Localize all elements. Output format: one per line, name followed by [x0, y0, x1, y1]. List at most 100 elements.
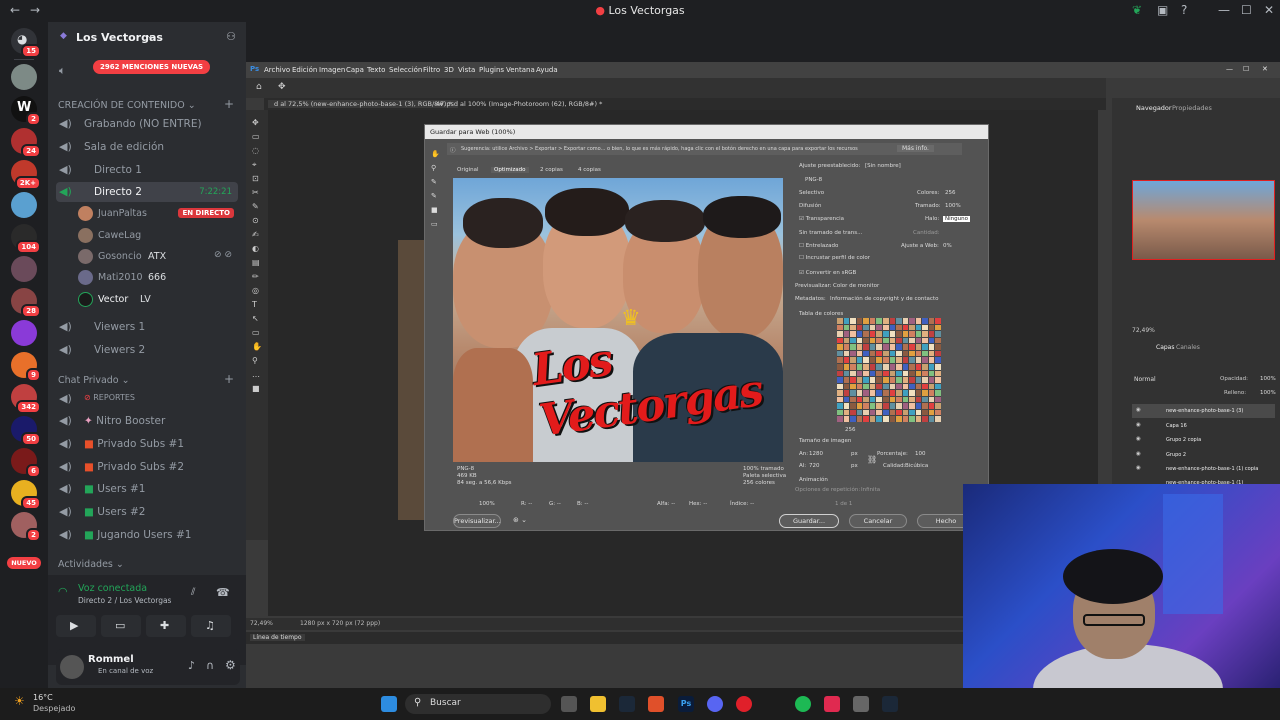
toolbox-icons[interactable]: ✥ ▭ ◌ ⌖ ⊡ ✂ ✎ ⊙ ✍ ◐ ▤ ✏ ◎ T ↖ ▭ ✋ ⚲… ■ — [252, 116, 262, 396]
color-swatch[interactable] — [856, 396, 863, 403]
channel-sala-edicion[interactable]: ◀) Sala de edición — [56, 137, 238, 157]
color-swatch[interactable] — [856, 337, 863, 344]
menu-ventana[interactable]: Ventana — [506, 66, 535, 74]
eye-icon[interactable]: ◉ — [1136, 465, 1141, 471]
voice-location[interactable]: Directo 2 / Los Vectorgas — [78, 596, 171, 605]
color-swatch[interactable] — [869, 377, 876, 383]
menu-3d[interactable]: 3D — [444, 66, 454, 74]
color-swatch[interactable] — [896, 324, 902, 331]
add-channel-icon[interactable]: + — [224, 372, 234, 386]
channel-directo-2[interactable]: ◀) Directo 2 7:22:21 — [56, 182, 238, 202]
voice-user[interactable]: Gosoncio ATX ⊘ ⊘ — [78, 247, 238, 267]
color-swatch[interactable] — [882, 324, 889, 331]
color-swatch[interactable] — [850, 337, 856, 344]
color-swatch[interactable] — [843, 357, 850, 363]
color-swatch[interactable] — [915, 383, 922, 390]
color-swatch[interactable] — [915, 318, 922, 324]
color-swatch[interactable] — [837, 337, 843, 344]
color-swatch[interactable] — [928, 318, 935, 324]
color-swatch[interactable] — [876, 416, 882, 422]
menu-texto[interactable]: Texto — [367, 66, 385, 74]
link-icon[interactable]: ⛓ — [867, 455, 877, 464]
color-swatch[interactable] — [922, 344, 928, 350]
color-swatch[interactable] — [928, 331, 935, 337]
layer-row[interactable]: ◉ Capa 16 — [1132, 419, 1275, 433]
color-swatch[interactable] — [869, 416, 876, 422]
transparency-dither-select[interactable]: Sin tramado de trans... — [799, 230, 862, 236]
color-swatch[interactable] — [935, 396, 941, 403]
quality-select[interactable]: Bicúbica — [905, 463, 928, 469]
navigator-tab[interactable]: Navegador — [1136, 104, 1172, 112]
document-tab[interactable]: 47.psd al 100% (Image-Photoroom (62), RG… — [436, 100, 602, 108]
color-swatch[interactable] — [856, 390, 863, 396]
menu-filtro[interactable]: Filtro — [423, 66, 440, 74]
color-swatch[interactable] — [902, 383, 909, 390]
color-swatch[interactable] — [863, 416, 869, 422]
color-swatch[interactable] — [837, 377, 843, 383]
camera-button[interactable]: ▶ — [56, 615, 96, 637]
color-swatch[interactable] — [863, 370, 869, 377]
headphones-icon[interactable]: ∩ — [206, 659, 214, 672]
color-swatch[interactable] — [843, 331, 850, 337]
noise-suppression-icon[interactable]: ⫽ — [191, 587, 195, 598]
color-swatch[interactable] — [850, 403, 856, 409]
menu-seleccion[interactable]: Selección — [389, 66, 422, 74]
color-swatch[interactable] — [837, 383, 843, 390]
color-swatch[interactable] — [915, 416, 922, 422]
navigator-thumbnail[interactable] — [1132, 180, 1275, 260]
color-swatch[interactable] — [837, 357, 843, 363]
nitro-leaf-icon[interactable]: ❦ — [1132, 3, 1142, 17]
color-swatch[interactable] — [882, 350, 889, 357]
steam-icon[interactable] — [619, 696, 635, 712]
color-swatch[interactable] — [915, 324, 922, 331]
color-swatch[interactable] — [928, 324, 935, 331]
color-swatch[interactable] — [837, 318, 843, 324]
color-swatch[interactable] — [909, 337, 915, 344]
color-swatch[interactable] — [896, 390, 902, 396]
color-swatch[interactable] — [837, 344, 843, 350]
server-icon[interactable]: 2 — [11, 512, 41, 542]
color-swatch[interactable] — [896, 383, 902, 390]
new-unreads-pill[interactable]: NUEVO — [7, 557, 41, 569]
cancel-button[interactable]: Cancelar — [849, 514, 907, 528]
color-swatch[interactable] — [863, 324, 869, 331]
color-swatch[interactable] — [863, 318, 869, 324]
color-swatch[interactable] — [909, 377, 915, 383]
blend-mode-select[interactable]: Normal — [1134, 376, 1156, 383]
color-swatch[interactable] — [896, 337, 902, 344]
properties-tab[interactable]: Propiedades — [1172, 104, 1212, 112]
opera-icon[interactable] — [736, 696, 752, 712]
embed-profile-checkbox[interactable]: ☐ Incrustar perfil de color — [799, 255, 870, 261]
zoom-level[interactable]: 72,49% — [250, 620, 273, 627]
color-swatch[interactable] — [837, 403, 843, 409]
color-swatch[interactable] — [876, 390, 882, 396]
color-swatch[interactable] — [935, 350, 941, 357]
color-swatch[interactable] — [843, 370, 850, 377]
color-swatch[interactable] — [856, 383, 863, 390]
color-swatch[interactable] — [922, 318, 928, 324]
color-swatch[interactable] — [909, 318, 915, 324]
color-swatch[interactable] — [863, 363, 869, 370]
format-select[interactable]: PNG-8 — [805, 177, 822, 183]
voice-channel-partial[interactable]: 🔈︎ — [56, 64, 86, 78]
colors-select[interactable]: 256 — [945, 190, 956, 196]
color-swatch[interactable] — [922, 383, 928, 390]
color-swatch[interactable] — [902, 318, 909, 324]
color-swatch[interactable] — [850, 377, 856, 383]
color-swatch[interactable] — [856, 357, 863, 363]
color-swatch[interactable] — [843, 318, 850, 324]
color-swatch[interactable] — [837, 370, 843, 377]
color-swatch[interactable] — [922, 324, 928, 331]
maximize-icon[interactable]: ☐ — [1243, 65, 1249, 73]
color-swatch[interactable] — [915, 357, 922, 363]
minimize-icon[interactable]: — — [1218, 3, 1230, 17]
color-swatch[interactable] — [909, 363, 915, 370]
color-swatch[interactable] — [915, 403, 922, 409]
color-swatch[interactable] — [896, 396, 902, 403]
color-swatch[interactable] — [863, 350, 869, 357]
color-swatch[interactable] — [935, 324, 941, 331]
color-swatch[interactable] — [876, 377, 882, 383]
color-swatch[interactable] — [863, 409, 869, 416]
color-swatch[interactable] — [869, 396, 876, 403]
color-swatch[interactable] — [928, 403, 935, 409]
